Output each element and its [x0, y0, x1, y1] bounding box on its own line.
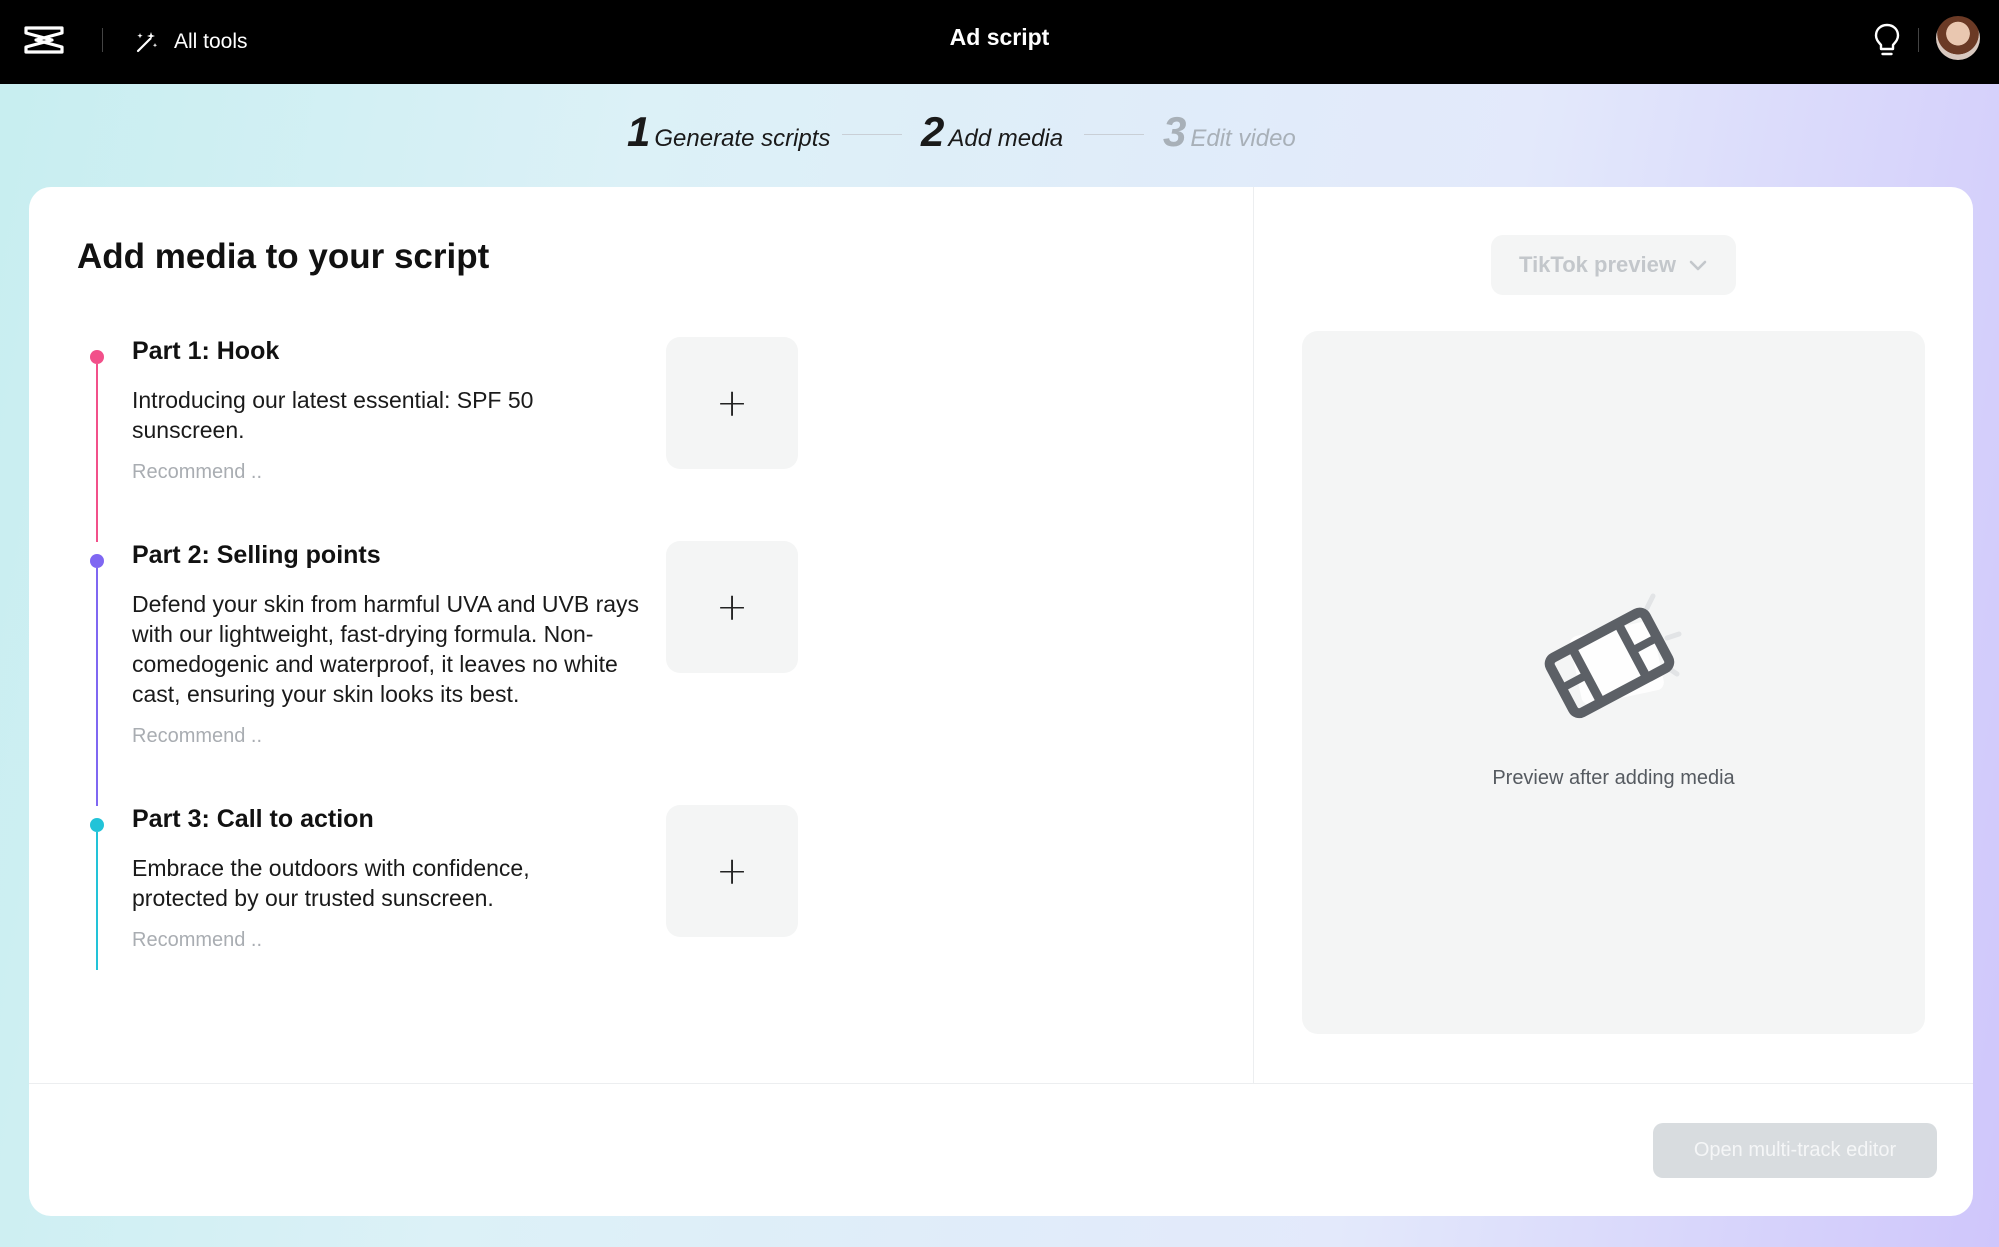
preview-placeholder-text: Preview after adding media: [1492, 767, 1735, 789]
top-bar: All tools Ad script: [0, 0, 1999, 84]
part-heading: Part 2: Selling points: [132, 541, 381, 569]
step-label: Add media: [948, 125, 1064, 152]
part-heading: Part 3: Call to action: [132, 805, 374, 833]
script-part-selling-points: Part 2: Selling points Defend your skin …: [77, 541, 877, 806]
open-multi-track-editor-button[interactable]: Open multi-track editor: [1653, 1123, 1937, 1178]
script-part-hook: Part 1: Hook Introducing our latest esse…: [77, 337, 877, 542]
capcut-logo-icon[interactable]: [22, 20, 66, 60]
step-generate-scripts[interactable]: 1 Generate scripts: [627, 108, 830, 156]
step-number: 2: [921, 108, 945, 155]
part-timeline-line: [96, 364, 98, 542]
script-panel: Add media to your script Part 1: Hook In…: [29, 187, 1254, 1083]
plus-icon: +: [716, 585, 748, 629]
part-timeline-line: [96, 568, 98, 806]
preview-platform-select[interactable]: TikTok preview: [1491, 235, 1736, 295]
step-number: 1: [627, 108, 651, 155]
part-marker-dot: [90, 350, 104, 364]
recommend-link[interactable]: Recommend ..: [132, 461, 262, 484]
step-connector: [842, 134, 902, 135]
topbar-divider: [1918, 28, 1919, 52]
stepper: 1 Generate scripts 2 Add media 3 Edit vi…: [0, 108, 1999, 164]
step-edit-video: 3 Edit video: [1163, 108, 1296, 156]
step-label: Edit video: [1190, 125, 1296, 152]
recommend-link[interactable]: Recommend ..: [132, 929, 262, 952]
plus-icon: +: [716, 849, 748, 893]
part-body-text: Introducing our latest essential: SPF 50…: [132, 387, 534, 443]
footer-divider: [29, 1083, 1973, 1084]
part-body-text: Defend your skin from harmful UVA and UV…: [132, 591, 640, 707]
film-icon: [1544, 593, 1682, 719]
plus-icon: +: [716, 381, 748, 425]
avatar[interactable]: [1936, 16, 1980, 60]
preview-select-label: TikTok preview: [1519, 252, 1676, 277]
part-heading: Part 1: Hook: [132, 337, 280, 365]
step-connector: [1084, 134, 1144, 135]
lightbulb-icon[interactable]: [1872, 22, 1902, 58]
all-tools-button[interactable]: All tools: [134, 24, 248, 60]
recommend-link[interactable]: Recommend ..: [132, 725, 262, 748]
part-timeline-line: [96, 832, 98, 970]
add-media-button[interactable]: +: [666, 337, 798, 469]
topbar-divider: [102, 28, 103, 52]
magic-wand-icon: [136, 32, 158, 53]
part-marker-dot: [90, 554, 104, 568]
step-label: Generate scripts: [654, 125, 831, 152]
main-card: Add media to your script Part 1: Hook In…: [29, 187, 1973, 1216]
page-title: Add media to your script: [77, 237, 490, 276]
page-header-title: Ad script: [949, 24, 1050, 50]
script-part-call-to-action: Part 3: Call to action Embrace the outdo…: [77, 805, 877, 975]
chevron-down-icon: [1689, 260, 1707, 271]
step-add-media[interactable]: 2 Add media: [921, 108, 1063, 156]
all-tools-label: All tools: [174, 30, 248, 53]
add-media-button[interactable]: +: [666, 541, 798, 673]
part-marker-dot: [90, 818, 104, 832]
video-preview-area: Preview after adding media: [1302, 331, 1925, 1034]
add-media-button[interactable]: +: [666, 805, 798, 937]
step-number: 3: [1163, 108, 1187, 155]
part-body-text: Embrace the outdoors with confidence, pr…: [132, 855, 530, 911]
